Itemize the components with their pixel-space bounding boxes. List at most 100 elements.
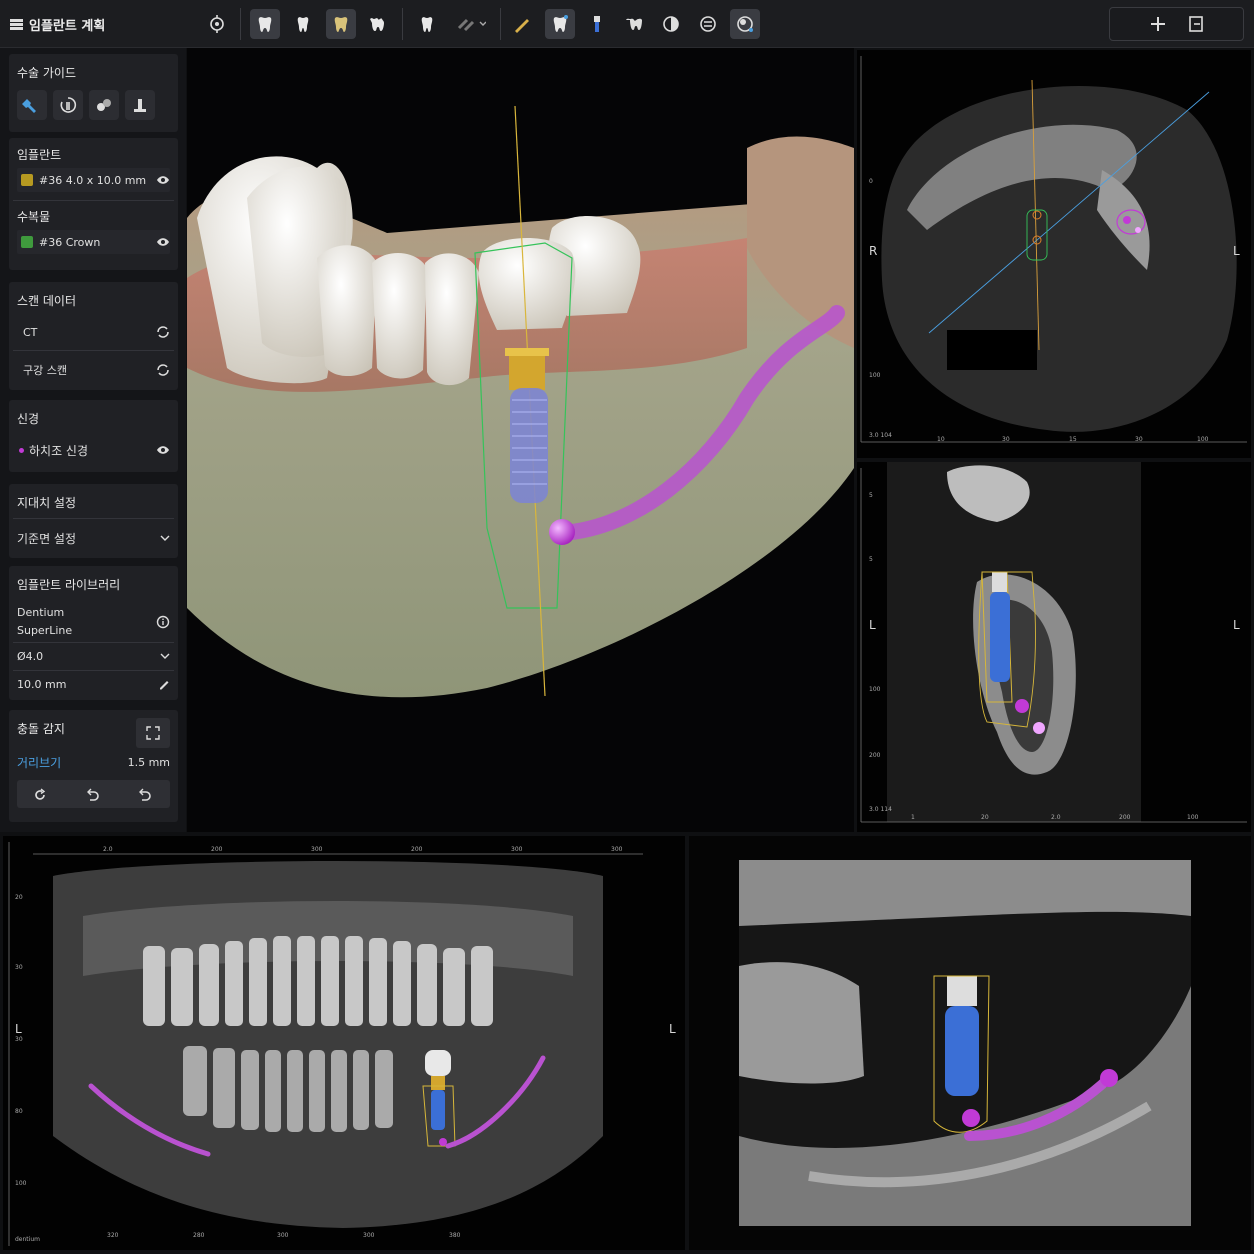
pano-top-tick: 200 <box>411 846 423 853</box>
cross-tick: 5 <box>869 556 873 563</box>
pano-top-tick: 2.0 <box>103 846 113 853</box>
app-title-text: 임플란트 계획 <box>29 19 106 34</box>
cross-tick: 100 <box>1187 814 1199 821</box>
view-controls <box>1109 7 1244 41</box>
length-value: 10.0 mm <box>17 677 67 691</box>
nerve-title: 신경 <box>17 412 40 426</box>
cross-section-view[interactable]: L L 1 20 2.0 200 100 5 5 100 200 3.0 114 <box>857 462 1251 832</box>
edit-icon[interactable] <box>158 678 170 690</box>
menu-icon[interactable] <box>10 19 23 30</box>
surgical-guide-title: 수술 가이드 <box>17 66 77 80</box>
crown-chip-icon <box>21 236 33 248</box>
app-window: 임플란트 계획 수술 가이드 임플란트 #36 4.0 x 10.0 mm 수복… <box>0 0 1254 1254</box>
chevron-down-icon[interactable] <box>160 653 170 659</box>
nerve-item[interactable]: 하치조 신경 <box>17 438 170 462</box>
tooth-icon[interactable] <box>545 9 575 39</box>
axial-tick: 0 <box>869 178 873 185</box>
tooth-icon[interactable] <box>412 9 442 39</box>
eye-icon[interactable] <box>156 175 170 185</box>
scan-item-ct[interactable]: CT <box>17 320 170 344</box>
3d-view[interactable] <box>187 48 854 832</box>
panel-icon[interactable] <box>1186 14 1208 36</box>
history-controls <box>17 780 170 808</box>
implant-chip-icon <box>21 174 33 186</box>
cross-tick: 2.0 <box>1051 814 1061 821</box>
contrast-icon[interactable] <box>656 9 686 39</box>
rotate-implant-icon[interactable] <box>53 90 83 120</box>
refresh-icon[interactable] <box>156 325 170 339</box>
scan-data-title: 스캔 데이터 <box>17 294 77 308</box>
cross-tick: 5 <box>869 492 873 499</box>
pano-bottom-tick: 300 <box>277 1232 289 1239</box>
sphere-icon[interactable] <box>730 9 760 39</box>
library-model: SuperLine <box>17 624 73 637</box>
info-icon[interactable] <box>156 614 170 633</box>
length-select[interactable]: 10.0 mm <box>17 672 170 696</box>
eye-icon[interactable] <box>156 445 170 455</box>
reference-setting[interactable]: 기준면 설정 <box>17 526 170 550</box>
diameter-select[interactable]: Ø4.0 <box>17 644 170 668</box>
scan-item-ct-label: CT <box>23 325 38 339</box>
guide-tool-icon[interactable] <box>125 90 155 120</box>
axial-view[interactable]: R L 10 30 15 30 100 0 100 3.0 104 <box>857 50 1251 458</box>
pano-left-label: L <box>15 1022 22 1036</box>
reset-icon[interactable] <box>138 787 152 806</box>
implant-panel: 임플란트 #36 4.0 x 10.0 mm 수복물 #36 Crown <box>9 138 178 270</box>
pano-left-tick: 100 <box>15 1180 27 1187</box>
crosshair-icon[interactable] <box>1148 14 1170 36</box>
library-title: 임플란트 라이브러리 <box>17 578 121 592</box>
cross-left-label: L <box>869 618 876 632</box>
pen-icon[interactable] <box>507 9 537 39</box>
sagittal-view[interactable] <box>689 836 1251 1250</box>
library-brand: Dentium <box>17 606 65 619</box>
restoration-item[interactable]: #36 Crown <box>17 230 170 254</box>
distance-label[interactable]: 거리브기 <box>17 754 61 771</box>
collision-title: 충돌 감지 <box>17 722 65 736</box>
implant-library-panel: 임플란트 라이브러리 Dentium SuperLine Ø4.0 10.0 m… <box>9 566 178 700</box>
target-icon[interactable] <box>202 9 232 39</box>
nerve-item-label: 하치조 신경 <box>29 443 89 458</box>
undo-icon[interactable] <box>86 787 100 806</box>
pano-top-tick: 300 <box>511 846 523 853</box>
axial-tick: 15 <box>1069 436 1077 443</box>
pano-bottom-tick: 320 <box>107 1232 119 1239</box>
abutment-setting[interactable]: 지대치 설정 <box>17 494 76 511</box>
restoration-item-label: #36 Crown <box>39 235 101 249</box>
nerve-icon[interactable] <box>693 9 723 39</box>
redo-icon[interactable] <box>33 787 47 806</box>
axial-tick: 10 <box>937 436 945 443</box>
pano-left-tick: 30 <box>15 1036 23 1043</box>
cross-tick: 1 <box>911 814 915 821</box>
eye-icon[interactable] <box>156 237 170 247</box>
implant-icon[interactable] <box>582 9 612 39</box>
axial-tick: 100 <box>1197 436 1209 443</box>
axial-left-label: R <box>869 244 878 258</box>
left-sidebar: 수술 가이드 임플란트 #36 4.0 x 10.0 mm 수복물 #36 Cr… <box>0 48 186 832</box>
implant-item[interactable]: #36 4.0 x 10.0 mm <box>17 168 170 192</box>
cross-tick: 100 <box>869 686 881 693</box>
cross-tick: 200 <box>869 752 881 759</box>
pano-left-tick: 30 <box>15 964 23 971</box>
panoramic-view[interactable]: L L 2.0 200 300 200 300 300 20 30 30 80 … <box>3 836 685 1250</box>
top-toolbar: 임플란트 계획 <box>0 0 1254 48</box>
tooth-icon[interactable] <box>250 9 280 39</box>
drill-icon[interactable] <box>17 90 47 120</box>
scan-data-panel: 스캔 데이터 CT 구강 스캔 <box>9 282 178 390</box>
chevron-down-icon[interactable] <box>160 535 170 541</box>
refresh-icon[interactable] <box>156 363 170 377</box>
scan-item-oral[interactable]: 구강 스캔 <box>17 358 170 382</box>
surgical-guide-panel: 수술 가이드 <box>9 54 178 132</box>
tooth-icon[interactable] <box>288 9 318 39</box>
pano-right-label: L <box>669 1022 676 1036</box>
bone-icon[interactable] <box>450 9 492 39</box>
sleeve-icon[interactable] <box>89 90 119 120</box>
pano-top-tick: 300 <box>311 846 323 853</box>
tooth-icon[interactable] <box>362 9 392 39</box>
pano-top-tick: 200 <box>211 846 223 853</box>
pano-left-tick: 20 <box>15 894 23 901</box>
expand-icon[interactable] <box>136 718 170 748</box>
teeth-icon[interactable] <box>619 9 649 39</box>
collision-panel: 충돌 감지 거리브기 1.5 mm <box>9 710 178 822</box>
library-brand-model[interactable]: Dentium SuperLine <box>17 604 72 640</box>
tooth-icon[interactable] <box>326 9 356 39</box>
